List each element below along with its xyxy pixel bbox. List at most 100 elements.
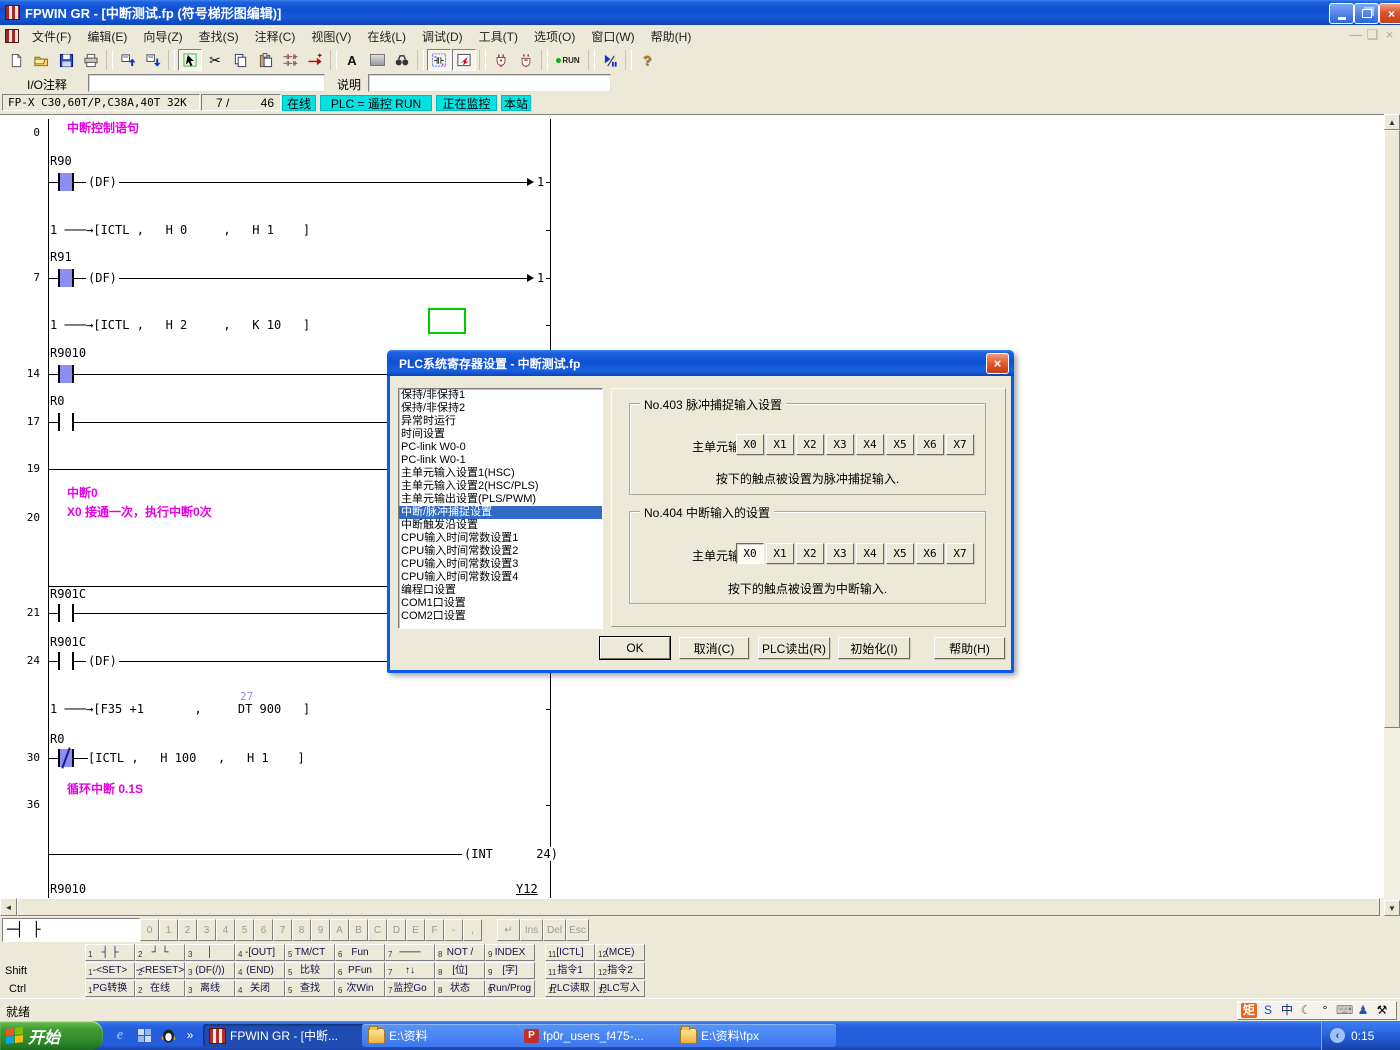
contact-r0[interactable]	[58, 413, 74, 431]
shift-function-key[interactable]: 7↑↓	[385, 962, 435, 979]
register-list-item[interactable]: CPU输入时间常数设置2	[399, 545, 602, 558]
keypad-edit-key[interactable]: ↵	[497, 919, 520, 941]
horizontal-scrollbar[interactable]: ◄	[0, 898, 1384, 916]
ok-button[interactable]: OK	[600, 637, 670, 659]
io-comment-input[interactable]	[88, 74, 325, 92]
interrupt-input-button[interactable]: X7	[946, 543, 974, 564]
ctrl-function-key[interactable]: 1PG转换	[85, 980, 135, 997]
contact-r901c-df[interactable]	[58, 652, 74, 670]
quick-launch-desktop-icon[interactable]	[134, 1025, 154, 1045]
pulse-catch-input-button[interactable]: X6	[916, 434, 944, 455]
function-key[interactable]: 7───	[385, 944, 435, 961]
ctrl-function-key[interactable]: 3离线	[185, 980, 235, 997]
language-bar-icon[interactable]: ♟	[1355, 1003, 1371, 1018]
ctrl-function-key[interactable]: 9Run/Prog	[485, 980, 535, 997]
keypad-key[interactable]: -	[444, 919, 463, 941]
edit-cursor[interactable]	[428, 308, 466, 334]
language-bar-icon[interactable]: S	[1260, 1003, 1276, 1018]
scroll-down-icon[interactable]: ▼	[1384, 900, 1400, 916]
pulse-catch-input-button[interactable]: X2	[796, 434, 824, 455]
keypad-edit-key[interactable]: Del	[543, 919, 566, 941]
ctrl-function-key[interactable]: 7监控Go	[385, 980, 435, 997]
register-list-item[interactable]: 主单元输入设置2(HSC/PLS)	[399, 480, 602, 493]
register-list-item[interactable]: 中断/脉冲捕捉设置	[399, 506, 602, 519]
keypad-key[interactable]: 3	[197, 919, 216, 941]
shift-function-key[interactable]: 11指令1	[545, 962, 595, 979]
child-close-icon[interactable]: ×	[1381, 27, 1398, 42]
keypad-key[interactable]: 1	[159, 919, 178, 941]
interrupt-input-button[interactable]: X1	[766, 543, 794, 564]
pulse-catch-input-button[interactable]: X1	[766, 434, 794, 455]
shift-function-key[interactable]: 8[位]	[435, 962, 485, 979]
ctrl-function-key[interactable]: 2在线	[135, 980, 185, 997]
system-register-list[interactable]: 保持/非保持1保持/非保持2异常时运行时间设置PC-link W0-0PC-li…	[398, 388, 603, 629]
function-key[interactable]: 2┘ └	[135, 944, 185, 961]
function-key[interactable]: 1┤ ├	[85, 944, 135, 961]
text-comment-icon[interactable]: A	[340, 49, 364, 71]
keypad-key[interactable]: F	[425, 919, 444, 941]
taskbar-task-pdf[interactable]: P fp0r_users_f475-...	[518, 1024, 680, 1047]
register-list-item[interactable]: 主单元输入设置1(HSC)	[399, 467, 602, 480]
pulse-catch-input-button[interactable]: X4	[856, 434, 884, 455]
horizontal-scroll-thumb[interactable]	[17, 898, 1380, 916]
online-icon[interactable]	[489, 49, 513, 71]
child-minimize-icon[interactable]: —	[1347, 27, 1364, 42]
keypad-key[interactable]: ,	[463, 919, 482, 941]
register-list-item[interactable]: 保持/非保持2	[399, 402, 602, 415]
select-mode-icon[interactable]	[178, 49, 202, 71]
register-list-item[interactable]: 时间设置	[399, 428, 602, 441]
language-bar-icon[interactable]: ⚒	[1374, 1003, 1390, 1018]
contact-r901c[interactable]	[58, 604, 74, 622]
ctrl-function-key[interactable]: 5查找	[285, 980, 335, 997]
insert-rung-icon[interactable]	[303, 49, 327, 71]
plc-read-button[interactable]: PLC读出(R)	[758, 637, 830, 659]
instruction-ictl[interactable]: 1 ───→[ICTL , H 0 , H 1 ]	[50, 223, 310, 237]
function-key[interactable]: 5TM/CT	[285, 944, 335, 961]
keypad-key[interactable]: E	[406, 919, 425, 941]
cut-icon[interactable]: ✂	[203, 49, 227, 71]
keypad-key[interactable]: 8	[292, 919, 311, 941]
plc-run-icon[interactable]: RUN	[551, 49, 585, 71]
register-list-item[interactable]: CPU输入时间常数设置1	[399, 532, 602, 545]
minimize-button[interactable]	[1329, 3, 1354, 24]
menu-item[interactable]: 窗口(W)	[583, 25, 642, 48]
taskbar-task-folder2[interactable]: E:\资料\fpx	[674, 1024, 836, 1047]
register-list-item[interactable]: 异常时运行	[399, 415, 602, 428]
keypad-key[interactable]: 7	[273, 919, 292, 941]
help-button[interactable]: 帮助(H)	[934, 637, 1005, 659]
find-icon[interactable]	[390, 49, 414, 71]
vertical-scroll-thumb[interactable]	[1384, 130, 1400, 728]
ctrl-function-key[interactable]: 11PLC读取	[545, 980, 595, 997]
keypad-key[interactable]: 6	[254, 919, 273, 941]
language-bar[interactable]: 矩S中☾°⌨♟⚒	[1237, 1001, 1397, 1020]
function-key[interactable]: 8NOT /	[435, 944, 485, 961]
instruction-ictl[interactable]: 1 ───→[ICTL , H 2 , K 10 ]	[50, 318, 310, 332]
cancel-button[interactable]: 取消(C)	[679, 637, 749, 659]
quick-launch-chevron-icon[interactable]: »	[180, 1025, 200, 1045]
language-bar-icon[interactable]: °	[1317, 1003, 1333, 1018]
monitor-ladder-icon[interactable]	[427, 49, 451, 71]
pulse-catch-input-button[interactable]: X7	[946, 434, 974, 455]
ctrl-function-key[interactable]: 6次Win	[335, 980, 385, 997]
download-to-plc-icon[interactable]	[141, 49, 165, 71]
keypad-key[interactable]: A	[330, 919, 349, 941]
help-icon[interactable]: ?	[635, 49, 659, 71]
function-key[interactable]: 9INDEX	[485, 944, 535, 961]
menu-item[interactable]: 文件(F)	[24, 25, 79, 48]
instruction-f35[interactable]: 1 ───→[F35 +1 , DT 900 ]	[50, 702, 310, 716]
menu-item[interactable]: 向导(Z)	[135, 25, 190, 48]
function-key[interactable]: 4-[OUT]	[235, 944, 285, 961]
shift-function-key[interactable]: 3(DF(/))	[185, 962, 235, 979]
interrupt-input-button[interactable]: X3	[826, 543, 854, 564]
keypad-key[interactable]: B	[349, 919, 368, 941]
taskbar-task-fpwin[interactable]: FPWIN GR - [中断...	[203, 1024, 367, 1047]
register-list-item[interactable]: 中断触发沿设置	[399, 519, 602, 532]
child-restore-icon[interactable]: ❑	[1364, 27, 1381, 43]
pulse-catch-input-button[interactable]: X0	[736, 434, 764, 455]
save-icon[interactable]	[54, 49, 78, 71]
tray-collapse-icon[interactable]: ‹	[1330, 1028, 1345, 1043]
register-list-item[interactable]: 保持/非保持1	[399, 389, 602, 402]
monitor-go-icon[interactable]	[452, 49, 476, 71]
keypad-edit-key[interactable]: Esc	[566, 919, 589, 941]
initialize-button[interactable]: 初始化(I)	[838, 637, 910, 659]
